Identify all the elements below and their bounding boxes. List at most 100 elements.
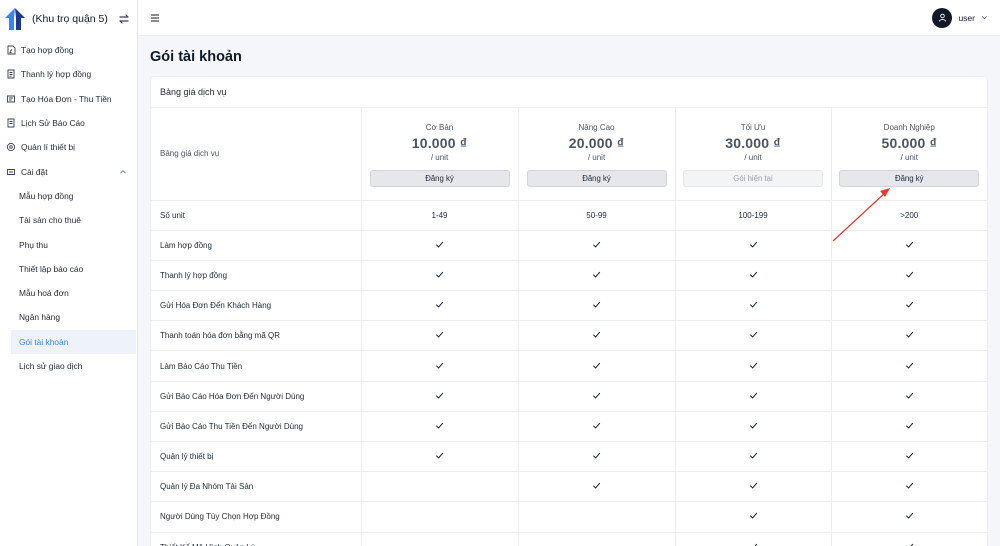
feature-cell	[830, 290, 987, 322]
check-icon	[905, 392, 913, 399]
check-icon	[905, 483, 913, 489]
subscribe-button[interactable]: Đăng ký	[839, 169, 980, 187]
check-icon	[905, 271, 913, 278]
switch-icon[interactable]	[117, 12, 131, 26]
check-icon	[435, 392, 444, 399]
check-icon	[435, 271, 444, 278]
chevron-up-icon[interactable]	[119, 168, 127, 176]
sidebar-subitem-7[interactable]: Gói tài khoản	[11, 329, 136, 354]
sidebar-subitem-2[interactable]: Tài sản cho thuê	[0, 208, 137, 232]
check-icon	[749, 301, 757, 308]
plan-unit: / unit	[744, 152, 762, 162]
plan-unit: / unit	[430, 152, 449, 162]
check-icon	[592, 483, 601, 489]
feature-cell	[517, 411, 675, 443]
table-row: Thanh lý hợp đồng	[151, 260, 987, 292]
sidebar-item-5[interactable]: Quản lí thiết bị	[0, 135, 137, 159]
plan-header-row: Bảng giá dịch vụ Cơ Bản 10.000 ₫ / unit Đăng…	[151, 108, 987, 201]
row-label: Số unit	[151, 200, 361, 231]
feature-cell	[517, 441, 675, 473]
check-icon	[435, 301, 444, 308]
document-icon	[7, 69, 15, 79]
check-icon	[592, 301, 601, 308]
sidebar-subitem-6[interactable]: Ngân hàng	[0, 305, 137, 329]
sidebar-subitem-1[interactable]: Mẫu hợp đồng	[0, 184, 137, 208]
sidebar-item-1[interactable]: Tạo hợp đồng	[0, 38, 137, 62]
feature-cell	[360, 230, 518, 261]
feature-cell	[830, 501, 987, 533]
sidebar-subitem-4[interactable]: Thiết lập báo cáo	[0, 257, 137, 281]
feature-label: Thanh lý hợp đồng	[151, 260, 361, 292]
feature-cell	[830, 441, 987, 473]
feature-cell	[517, 501, 675, 533]
feature-cell	[674, 411, 831, 443]
check-icon	[750, 543, 757, 546]
user-menu[interactable]: user	[932, 7, 988, 28]
feature-label: Làm Báo Cáo Thu Tiền	[151, 350, 361, 382]
sidebar-subitem-8[interactable]: Lịch sử giao dịch	[0, 354, 137, 378]
sidebar-item-4[interactable]: Lịch Sử Báo Cáo	[0, 111, 137, 135]
pricing-table: Bảng giá dịch vụ Cơ Bản 10.000 ₫ / unit Đăng…	[151, 108, 987, 546]
check-icon	[749, 392, 757, 399]
check-icon	[749, 241, 757, 248]
sidebar-item-6[interactable]: Cài đặt	[0, 159, 137, 183]
feature-label: Thanh toán hóa đơn bằng mã QR	[151, 320, 361, 352]
property-name: (Khu trọ quận 5)	[32, 13, 108, 25]
check-icon	[435, 241, 444, 248]
check-icon	[749, 452, 757, 459]
subscribe-button[interactable]: Đăng ký	[369, 169, 510, 187]
sidebar-subitem-label: Mẫu hoá đơn	[19, 288, 69, 299]
plan-price: 50.000 ₫	[881, 134, 937, 151]
plan-column: Doanh Nghiệp 50.000 ₫ / unit Đăng ký	[830, 108, 987, 201]
check-icon	[749, 513, 757, 520]
table-row: Thanh toán hóa đơn bằng mã QR	[151, 320, 987, 352]
feature-cell	[360, 260, 518, 292]
feature-label: Quản lý Đa Nhóm Tài Sản	[151, 471, 361, 503]
topbar: user	[138, 0, 1000, 36]
feature-cell	[360, 532, 518, 546]
check-icon	[905, 241, 913, 248]
plan-unit: / unit	[900, 152, 918, 162]
feature-label: Làm hợp đồng	[151, 230, 361, 261]
plan-price: 20.000 ₫	[568, 134, 625, 151]
sidebar-item-label: Tạo Hóa Đơn - Thu Tiền	[21, 93, 112, 104]
sidebar-subitem-label: Phụ thu	[19, 239, 48, 250]
feature-cell	[674, 260, 831, 292]
page-title: Gói tài khoản	[150, 49, 242, 65]
sidebar-subitem-5[interactable]: Mẫu hoá đơn	[0, 281, 137, 305]
plan-name: Tối Ưu	[740, 122, 766, 132]
sidebar-item-label: Tạo hợp đồng	[21, 45, 74, 56]
feature-cell	[674, 532, 831, 546]
check-icon	[435, 452, 444, 459]
sidebar-subitem-3[interactable]: Phụ thu	[0, 232, 137, 256]
avatar[interactable]	[932, 7, 953, 28]
feature-cell	[360, 350, 518, 382]
sidebar-item-2[interactable]: Thanh lý hợp đồng	[0, 62, 137, 86]
feature-cell	[517, 230, 675, 261]
card-title: Bảng giá dịch vụ	[151, 77, 987, 108]
check-icon	[905, 513, 913, 520]
user-name[interactable]: user	[958, 13, 975, 23]
sidebar-subitem-label: Lịch sử giao dịch	[19, 361, 83, 371]
menu-icon[interactable]	[150, 13, 160, 23]
sidebar-item-label: Lịch Sử Báo Cáo	[21, 118, 85, 129]
table-row: Gửi Báo Cáo Thu Tiền Đến Người Dùng	[151, 411, 987, 443]
brand: (Khu trọ quận 5)	[0, 0, 137, 38]
feature-cell	[674, 290, 831, 322]
feature-cell	[830, 411, 987, 443]
subscribe-button[interactable]: Đăng ký	[526, 169, 667, 187]
feature-cell	[517, 471, 675, 503]
chevron-down-icon[interactable]	[981, 14, 988, 21]
feature-label: Quản lý thiết bị	[151, 441, 361, 473]
feature-cell	[517, 350, 675, 382]
plan-price: 10.000 ₫	[411, 134, 468, 151]
check-icon	[906, 543, 913, 546]
feature-cell	[830, 532, 987, 546]
feature-cell	[674, 230, 831, 261]
feature-label: Gửi Báo Cáo Thu Tiền Đến Người Dùng	[151, 411, 361, 443]
plan-column: Tối Ưu 30.000 ₫ / unit Gói hiện tại	[674, 108, 831, 201]
sidebar-item-3[interactable]: Tạo Hóa Đơn - Thu Tiền	[0, 87, 137, 111]
feature-cell	[517, 320, 675, 352]
user-icon	[938, 13, 947, 22]
feature-cell	[517, 532, 675, 546]
